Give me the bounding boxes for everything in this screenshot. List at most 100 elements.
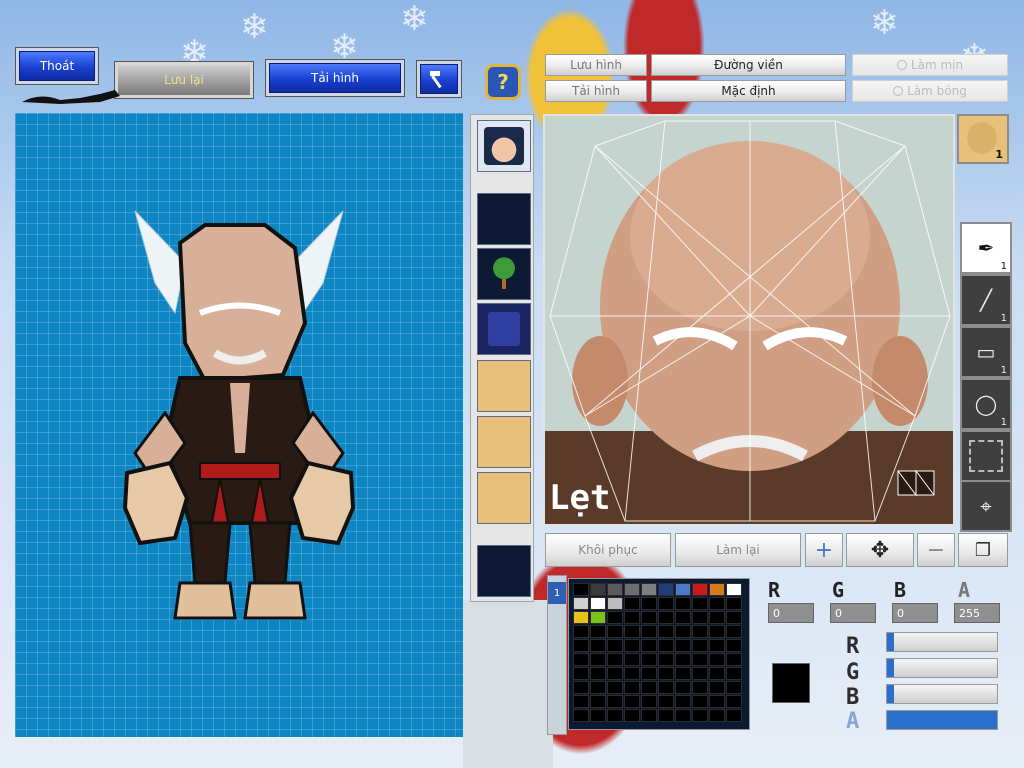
palette-color-cell[interactable] [641, 667, 657, 680]
palette-color-cell[interactable] [590, 695, 606, 708]
palette-color-cell[interactable] [658, 583, 674, 596]
palette-page-tab[interactable]: 1 [548, 582, 566, 604]
palette-color-cell[interactable] [726, 681, 742, 694]
palette-color-cell[interactable] [658, 695, 674, 708]
palette-color-cell[interactable] [726, 611, 742, 624]
palette-color-cell[interactable] [573, 667, 589, 680]
palette-color-cell[interactable] [641, 681, 657, 694]
palette-color-cell[interactable] [675, 639, 691, 652]
palette-color-cell[interactable] [675, 653, 691, 666]
palette-color-cell[interactable] [692, 667, 708, 680]
palette-color-cell[interactable] [709, 639, 725, 652]
palette-color-cell[interactable] [607, 597, 623, 610]
slot-empty[interactable] [477, 193, 531, 245]
palette-color-cell[interactable] [726, 653, 742, 666]
palette-color-cell[interactable] [675, 681, 691, 694]
palette-color-cell[interactable] [675, 709, 691, 722]
palette-color-cell[interactable] [573, 611, 589, 624]
palette-color-cell[interactable] [709, 653, 725, 666]
palette-color-cell[interactable] [692, 681, 708, 694]
slot-face-2[interactable] [477, 416, 531, 468]
eyedropper-tool-button[interactable]: ⌖ [960, 480, 1012, 532]
palette-color-cell[interactable] [624, 625, 640, 638]
palette-color-cell[interactable] [692, 709, 708, 722]
palette-color-cell[interactable] [607, 639, 623, 652]
blue-slider[interactable] [886, 684, 998, 704]
palette-color-cell[interactable] [692, 611, 708, 624]
palette-color-cell[interactable] [658, 653, 674, 666]
palette-color-cell[interactable] [573, 681, 589, 694]
move-button[interactable]: ✥ [846, 533, 914, 567]
palette-color-cell[interactable] [675, 583, 691, 596]
palette-color-cell[interactable] [607, 695, 623, 708]
palette-color-cell[interactable] [641, 653, 657, 666]
redo-button[interactable]: Làm lại [675, 533, 801, 567]
palette-color-cell[interactable] [675, 611, 691, 624]
tab-save-image[interactable]: Lưu hình [545, 54, 647, 76]
palette-color-cell[interactable] [709, 625, 725, 638]
palette-color-cell[interactable] [573, 583, 589, 596]
palette-color-cell[interactable] [692, 625, 708, 638]
palette-color-cell[interactable] [573, 709, 589, 722]
palette-color-cell[interactable] [709, 709, 725, 722]
palette-color-cell[interactable] [675, 597, 691, 610]
palette-color-cell[interactable] [573, 639, 589, 652]
palette-color-cell[interactable] [675, 695, 691, 708]
palette-color-cell[interactable] [624, 583, 640, 596]
blue-value-input[interactable]: 0 [892, 603, 938, 623]
smooth-toggle[interactable]: Làm mịn [852, 54, 1008, 76]
palette-color-cell[interactable] [573, 625, 589, 638]
palette-color-cell[interactable] [590, 639, 606, 652]
palette-color-cell[interactable] [624, 667, 640, 680]
red-slider[interactable] [886, 632, 998, 652]
palette-color-cell[interactable] [607, 667, 623, 680]
palette-color-cell[interactable] [624, 611, 640, 624]
red-value-input[interactable]: 0 [768, 603, 814, 623]
palette-color-cell[interactable] [692, 695, 708, 708]
slot-face-3[interactable] [477, 472, 531, 524]
green-slider[interactable] [886, 658, 998, 678]
palette-color-cell[interactable] [658, 597, 674, 610]
palette-color-cell[interactable] [607, 681, 623, 694]
palette-color-cell[interactable] [590, 597, 606, 610]
palette-color-cell[interactable] [658, 709, 674, 722]
palette-color-cell[interactable] [590, 709, 606, 722]
palette-color-cell[interactable] [624, 681, 640, 694]
palette-color-cell[interactable] [709, 583, 725, 596]
palette-color-cell[interactable] [692, 639, 708, 652]
select-tool-button[interactable] [960, 430, 1012, 482]
palette-color-cell[interactable] [590, 653, 606, 666]
palette-color-cell[interactable] [709, 667, 725, 680]
palette-color-cell[interactable] [709, 681, 725, 694]
slot-outfit[interactable] [477, 303, 531, 355]
palette-color-cell[interactable] [726, 597, 742, 610]
tab-outline[interactable]: Đường viền [651, 54, 846, 76]
palette-color-cell[interactable] [726, 695, 742, 708]
tab-default[interactable]: Mặc định [651, 80, 846, 102]
palette-color-cell[interactable] [658, 639, 674, 652]
palette-color-cell[interactable] [709, 611, 725, 624]
pixel-editor-canvas[interactable]: Lẹt [543, 114, 955, 526]
slot-accessory[interactable] [477, 248, 531, 300]
palette-color-cell[interactable] [641, 611, 657, 624]
restore-button[interactable]: Khôi phục [545, 533, 671, 567]
palette-color-cell[interactable] [658, 681, 674, 694]
palette-color-cell[interactable] [709, 597, 725, 610]
palette-color-cell[interactable] [624, 639, 640, 652]
palette-color-cell[interactable] [641, 583, 657, 596]
save-button[interactable]: Lưu lại [114, 61, 254, 99]
shine-toggle[interactable]: Làm bóng [852, 80, 1008, 102]
palette-color-cell[interactable] [624, 709, 640, 722]
palette-color-cell[interactable] [624, 653, 640, 666]
palette-color-cell[interactable] [641, 695, 657, 708]
tab-load-image[interactable]: Tải hình [545, 80, 647, 102]
slot-hair[interactable] [477, 120, 531, 172]
reload-image-button[interactable]: Tải hình [265, 59, 405, 97]
palette-color-cell[interactable] [658, 667, 674, 680]
palette-color-cell[interactable] [573, 597, 589, 610]
palette-color-cell[interactable] [607, 653, 623, 666]
zoom-out-button[interactable]: − [917, 533, 955, 567]
slot-empty[interactable] [477, 545, 531, 597]
palette-color-cell[interactable] [692, 583, 708, 596]
palette-color-cell[interactable] [590, 667, 606, 680]
